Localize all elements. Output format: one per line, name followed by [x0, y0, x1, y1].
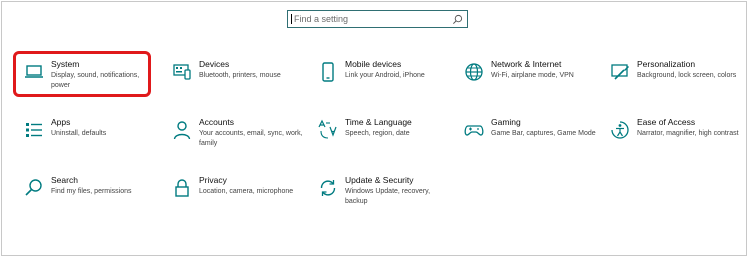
tile-description: Wi-Fi, airplane mode, VPN — [491, 72, 574, 79]
search-icon[interactable] — [452, 14, 463, 25]
tile-time-language[interactable]: Time & Language Speech, region, date — [317, 117, 452, 159]
paint-icon — [609, 61, 631, 83]
tile-apps[interactable]: Apps Uninstall, defaults — [23, 117, 158, 159]
phone-icon — [317, 61, 339, 83]
tile-title: Search — [51, 175, 78, 185]
tile-privacy[interactable]: Privacy Location, camera, microphone — [171, 175, 306, 217]
tile-description: Your accounts, email, sync, work, family — [199, 130, 303, 147]
tile-devices[interactable]: Devices Bluetooth, printers, mouse — [171, 59, 306, 101]
tile-title: Privacy — [199, 175, 227, 185]
tile-description: Find my files, permissions — [51, 188, 132, 195]
tile-title: Mobile devices — [345, 59, 402, 69]
tile-title: Accounts — [199, 117, 234, 127]
tile-title: Time & Language — [345, 117, 412, 127]
tile-personalization[interactable]: Personalization Background, lock screen,… — [609, 59, 744, 101]
tile-title: Update & Security — [345, 175, 414, 185]
person-icon — [171, 119, 193, 141]
text-caret — [291, 14, 292, 24]
tile-description: Location, camera, microphone — [199, 188, 294, 195]
tile-description: Speech, region, date — [345, 130, 410, 137]
tile-gaming[interactable]: Gaming Game Bar, captures, Game Mode — [463, 117, 598, 159]
tile-description: Uninstall, defaults — [51, 130, 107, 137]
devices-icon — [171, 61, 193, 83]
tile-title: Gaming — [491, 117, 521, 127]
apps-list-icon — [23, 119, 45, 141]
tile-accounts[interactable]: Accounts Your accounts, email, sync, wor… — [171, 117, 306, 159]
tile-title: Personalization — [637, 59, 696, 69]
tile-description: Link your Android, iPhone — [345, 72, 425, 79]
tile-description: Narrator, magnifier, high contrast — [637, 130, 739, 137]
tile-title: Apps — [51, 117, 71, 127]
tile-description: Game Bar, captures, Game Mode — [491, 130, 596, 137]
search-input[interactable]: Find a setting — [287, 10, 468, 28]
ease-of-access-icon — [609, 119, 631, 141]
globe-icon — [463, 61, 485, 83]
tile-search[interactable]: Search Find my files, permissions — [23, 175, 158, 217]
search-placeholder: Find a setting — [294, 14, 349, 24]
tile-description: Windows Update, recovery, backup — [345, 188, 431, 205]
tile-ease-of-access[interactable]: Ease of Access Narrator, magnifier, high… — [609, 117, 744, 159]
time-language-icon — [317, 119, 339, 141]
highlight-annotation — [13, 51, 151, 97]
tile-update-security[interactable]: Update & Security Windows Update, recove… — [317, 175, 452, 217]
tile-title: Ease of Access — [637, 117, 696, 127]
tile-mobile-devices[interactable]: Mobile devices Link your Android, iPhone — [317, 59, 452, 101]
tile-title: Network & Internet — [491, 59, 562, 69]
tile-description: Bluetooth, printers, mouse — [199, 72, 281, 79]
sync-icon — [317, 177, 339, 199]
settings-window: Find a setting System Display, sound, no… — [1, 1, 747, 256]
tile-network-internet[interactable]: Network & Internet Wi-Fi, airplane mode,… — [463, 59, 598, 101]
search-icon — [23, 177, 45, 199]
tile-title: Devices — [199, 59, 230, 69]
lock-icon — [171, 177, 193, 199]
tile-description: Background, lock screen, colors — [637, 72, 737, 79]
gamepad-icon — [463, 119, 485, 141]
